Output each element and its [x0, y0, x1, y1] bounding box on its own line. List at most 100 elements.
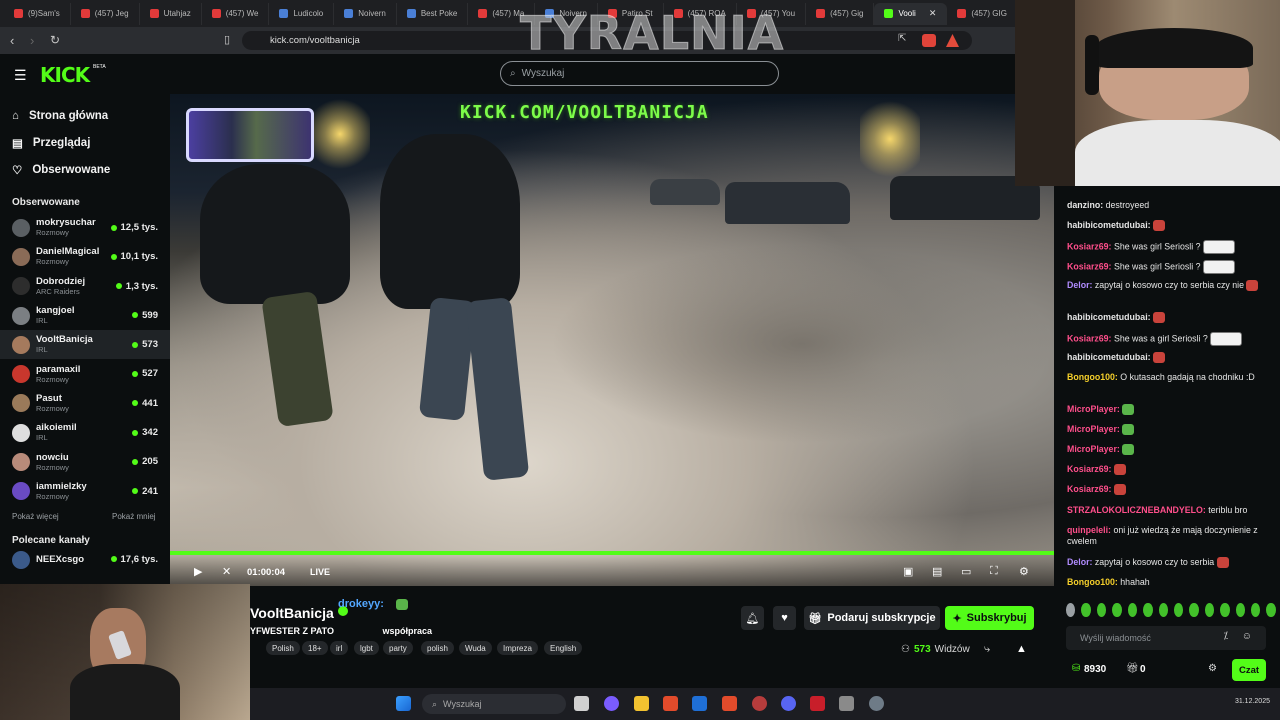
- follow-button[interactable]: ♥: [773, 606, 796, 630]
- settings-icon[interactable]: [869, 696, 884, 711]
- quick-emote-icon[interactable]: [1220, 603, 1230, 617]
- discord-icon[interactable]: [781, 696, 796, 711]
- chat-username[interactable]: Kosiarz69:: [1067, 241, 1112, 251]
- stream-tag[interactable]: English: [544, 641, 583, 655]
- quick-emote-icon[interactable]: [1251, 603, 1261, 617]
- quick-emote-icon[interactable]: [1189, 603, 1199, 617]
- chat-username[interactable]: Bongoo100:: [1067, 577, 1118, 587]
- play-icon[interactable]: ▶: [194, 565, 202, 578]
- browser-tab[interactable]: (457) Gig: [806, 2, 875, 25]
- file-explorer-icon[interactable]: [634, 696, 649, 711]
- recommended-channel[interactable]: NEEXcsgo 17,6 tys.: [0, 550, 170, 570]
- chat-username[interactable]: Kosiarz69:: [1067, 261, 1112, 271]
- browser-tab[interactable]: Best Poke: [397, 2, 469, 25]
- menu-icon[interactable]: ☰: [14, 67, 27, 84]
- bookmark-icon[interactable]: ▯: [224, 33, 230, 46]
- sidebar-channel[interactable]: Pasut Rozmowy 441: [0, 389, 170, 418]
- sidebar-channel[interactable]: aikoiemil IRL 342: [0, 418, 170, 447]
- stream-tag[interactable]: Wuda: [459, 641, 492, 655]
- clip-icon[interactable]: ▤: [932, 565, 942, 578]
- stream-tag[interactable]: 18+: [302, 641, 328, 655]
- quick-emote-icon[interactable]: [1127, 603, 1138, 617]
- quick-emote-icon[interactable]: [1143, 603, 1153, 617]
- share-icon[interactable]: ⇱: [898, 33, 906, 44]
- nav-home[interactable]: ⌂ Strona główna: [0, 102, 170, 129]
- calculator-icon[interactable]: [839, 696, 854, 711]
- search-input[interactable]: ⌕ Wyszukaj: [500, 61, 779, 86]
- windows-start-icon[interactable]: [396, 696, 411, 711]
- quick-emote-icon[interactable]: [1158, 603, 1168, 617]
- brave-icon[interactable]: [722, 696, 737, 711]
- sidebar-channel[interactable]: iammielzky Rozmowy 241: [0, 477, 170, 506]
- browser-tab[interactable]: Utahjaz: [140, 2, 202, 25]
- emote-picker-icon[interactable]: ⁒: [1224, 631, 1229, 642]
- report-icon[interactable]: ▲: [1016, 643, 1027, 655]
- chat-send-button[interactable]: Czat: [1232, 659, 1266, 681]
- chat-username[interactable]: habibicometudubai:: [1067, 312, 1151, 322]
- chat-username[interactable]: MicroPlayer:: [1067, 444, 1120, 454]
- notification-button[interactable]: 🔔︎: [741, 606, 764, 630]
- sidebar-channel[interactable]: paramaxil Rozmowy 527: [0, 359, 170, 388]
- sidebar-channel[interactable]: VooltBanicja IRL 573: [0, 330, 170, 360]
- browser-tab[interactable]: (457) GIG: [947, 3, 1015, 25]
- mute-icon[interactable]: ✕: [222, 565, 231, 578]
- app-icon[interactable]: [752, 696, 767, 711]
- sidebar-channel[interactable]: Dobrodziej ARC Raiders 1,3 tys.: [0, 272, 170, 301]
- chat-username[interactable]: Delor:: [1067, 557, 1092, 567]
- chat-username[interactable]: Kosiarz69:: [1067, 484, 1112, 494]
- chat-settings-icon[interactable]: ⚙: [1208, 663, 1217, 674]
- fullscreen-icon[interactable]: ⛶: [990, 565, 998, 578]
- sidebar-channel[interactable]: DanielMagical Rozmowy 10,1 tys.: [0, 242, 170, 271]
- browser-tab[interactable]: Ludicolo: [269, 2, 335, 25]
- quick-emote-icon[interactable]: [1066, 603, 1076, 617]
- sidebar-channel[interactable]: kangjoel IRL 599: [0, 301, 170, 330]
- browser-tab[interactable]: Noivern: [334, 2, 397, 25]
- chat-username[interactable]: Kosiarz69:: [1067, 333, 1112, 343]
- video-player[interactable]: KICK.COM/VOOLTBANICJA ▶ ✕ 01:00:04 LIVE …: [170, 94, 1054, 586]
- kick-logo[interactable]: KICK: [40, 63, 90, 87]
- quick-emote-icon[interactable]: [1266, 603, 1276, 617]
- chat-username[interactable]: Delor:: [1067, 280, 1092, 290]
- chat-username[interactable]: quinpeleli:: [1067, 525, 1111, 535]
- nav-following[interactable]: ♡ Obserwowane: [0, 156, 170, 183]
- miniplayer-icon[interactable]: ▣: [903, 565, 913, 578]
- store-icon[interactable]: [692, 696, 707, 711]
- chat-input[interactable]: Wyślij wiadomość ⁒ ☺: [1066, 626, 1266, 650]
- nav-browse[interactable]: ▤ Przeglądaj: [0, 129, 170, 156]
- channel-name[interactable]: VooltBanicja: [250, 605, 334, 621]
- vivaldi-icon[interactable]: [810, 696, 825, 711]
- sidebar-channel[interactable]: nowciu Rozmowy 205: [0, 447, 170, 476]
- stream-tag[interactable]: polish: [421, 641, 454, 655]
- brave-icon[interactable]: [663, 696, 678, 711]
- reload-icon[interactable]: ↻: [50, 33, 60, 47]
- gift-sub-button[interactable]: 🎁︎ Podaruj subskrypcje: [804, 606, 940, 630]
- points-count[interactable]: 8930: [1084, 664, 1106, 675]
- stream-tag[interactable]: irl: [330, 641, 349, 655]
- theater-icon[interactable]: ▭: [961, 565, 971, 578]
- chat-username[interactable]: MicroPlayer:: [1067, 424, 1120, 434]
- gift-count[interactable]: 0: [1140, 664, 1146, 675]
- subscribe-button[interactable]: ✦ Subskrybuj: [945, 606, 1034, 630]
- sidebar-channel[interactable]: mokrysuchar Rozmowy 12,5 tys.: [0, 213, 170, 242]
- chat-username[interactable]: Bongoo100:: [1067, 372, 1118, 382]
- share-icon[interactable]: ⤷: [984, 643, 990, 656]
- chat-username[interactable]: habibicometudubai:: [1067, 220, 1151, 230]
- chat-username[interactable]: MicroPlayer:: [1067, 404, 1120, 414]
- taskbar-search[interactable]: ⌕ Wyszukaj: [422, 694, 566, 714]
- close-tab-icon[interactable]: ✕: [929, 8, 937, 19]
- quick-emote-icon[interactable]: [1096, 603, 1107, 617]
- quick-emote-icon[interactable]: [1112, 603, 1122, 617]
- browser-tab[interactable]: (9)Sam's: [4, 2, 71, 25]
- show-less-link[interactable]: Pokaż mniej: [112, 512, 156, 521]
- chat-username[interactable]: STRZALOKOLICZNEBANDYELO:: [1067, 505, 1206, 515]
- chat-username[interactable]: habibicometudubai:: [1067, 352, 1151, 362]
- browser-tab[interactable]: Vooli ✕: [874, 2, 948, 25]
- quick-emote-icon[interactable]: [1173, 603, 1184, 617]
- brave-shield-icon[interactable]: [922, 34, 936, 47]
- chat-username[interactable]: danzino:: [1067, 200, 1103, 210]
- copilot-icon[interactable]: [604, 696, 619, 711]
- stream-tag[interactable]: party: [383, 641, 413, 655]
- settings-icon[interactable]: ⚙: [1019, 565, 1029, 578]
- progress-bar[interactable]: [170, 551, 1054, 555]
- taskbar-clock[interactable]: 31.12.2025: [1235, 698, 1270, 705]
